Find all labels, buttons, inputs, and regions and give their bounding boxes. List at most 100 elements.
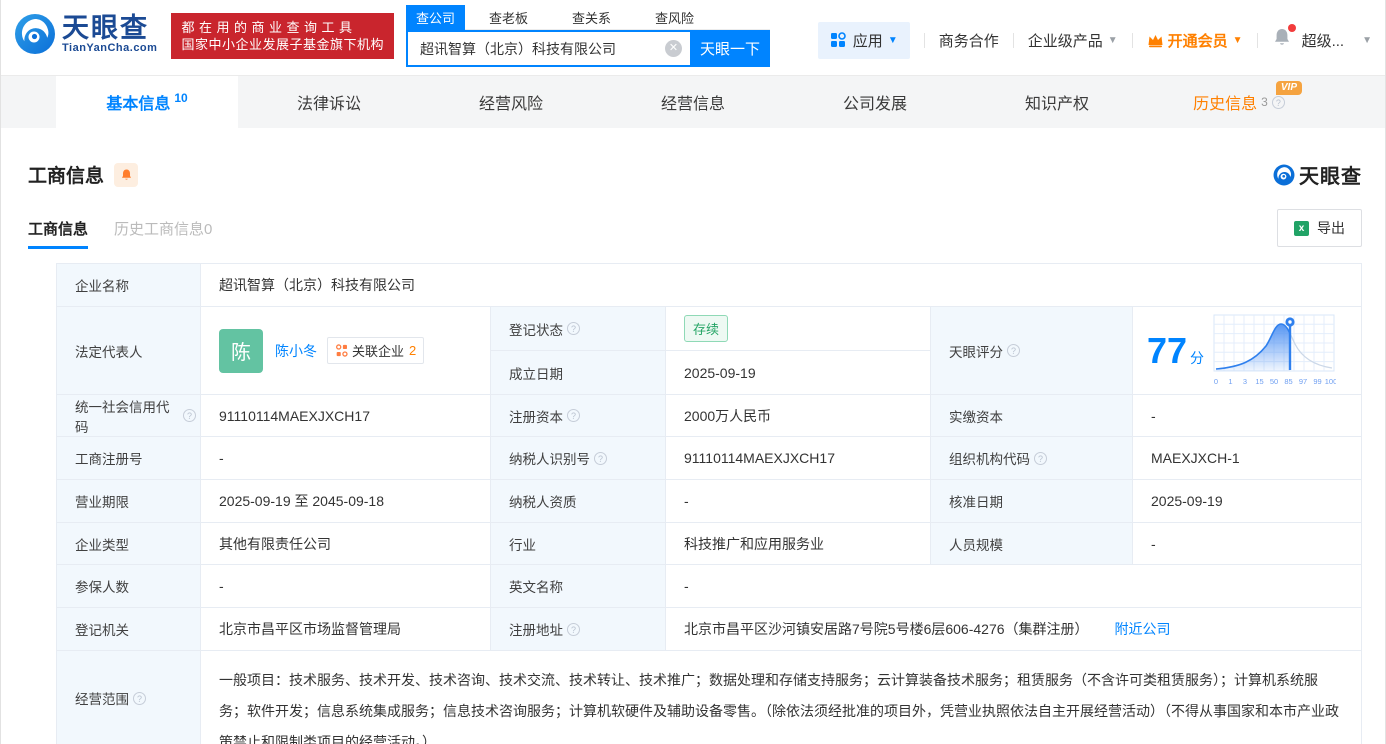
label-text: 经营范围 <box>75 692 129 707</box>
field-value-paid-capital: - <box>1133 395 1361 437</box>
field-value-tianyan-score[interactable]: 77 分 0 1 3 15 50 85 97 99 10 <box>1133 307 1361 395</box>
enterprise-product-label: 企业级产品 <box>1027 32 1103 50</box>
avatar[interactable]: 陈 <box>219 328 263 373</box>
field-value-company-type: 其他有限责任公司 <box>201 523 491 565</box>
help-icon[interactable]: ? <box>1271 95 1285 109</box>
legal-rep-name-link[interactable]: 陈小冬 <box>275 341 317 361</box>
search-button[interactable]: 天眼一下 <box>689 30 770 67</box>
subscribe-bell-button[interactable] <box>114 162 139 187</box>
field-label-registered-capital: 注册资本 ? <box>491 395 666 437</box>
value-text: 科技推广和应用服务业 <box>684 535 824 552</box>
divider <box>1256 32 1258 48</box>
field-label-taxpayer-quality: 纳税人资质 <box>491 480 666 523</box>
tab-label: 经营信息 <box>660 96 725 113</box>
value-text: - <box>219 578 224 594</box>
search-tabs: 查公司 查老板 查关系 查风险 <box>405 4 770 30</box>
field-value-legal-representative: 陈 陈小冬 关联企业 2 <box>201 307 491 395</box>
chevron-down-icon[interactable]: ▼ <box>1362 35 1372 46</box>
tab-intellectual-property[interactable]: 知识产权 <box>966 76 1148 128</box>
apps-grid-icon <box>830 32 846 47</box>
value-text: 超讯智算（北京）科技有限公司 <box>219 277 415 293</box>
subtab-history-business-info[interactable]: 历史工商信息0 <box>114 218 212 249</box>
search-tab-risk[interactable]: 查风险 <box>645 5 704 30</box>
label-text: 注册地址 <box>509 623 563 638</box>
search-tab-boss[interactable]: 查老板 <box>479 5 538 30</box>
tab-operation-risk[interactable]: 经营风险 <box>420 76 602 128</box>
field-value-approval-date: 2025-09-19 <box>1133 480 1361 523</box>
notification-bell[interactable] <box>1272 24 1296 53</box>
tianyancha-logo[interactable]: 天眼查 TianYanCha.com <box>14 13 157 55</box>
svg-text:1: 1 <box>1228 377 1232 386</box>
svg-text:0: 0 <box>1214 377 1218 386</box>
value-text: 其他有限责任公司 <box>219 535 331 552</box>
svg-text:85: 85 <box>1284 377 1292 386</box>
label-text: 登记机关 <box>75 623 129 638</box>
help-icon[interactable]: ? <box>1034 451 1047 465</box>
help-icon[interactable]: ? <box>133 691 146 705</box>
tab-label: 经营风险 <box>478 96 543 113</box>
search-input[interactable] <box>419 40 665 57</box>
search-tab-company[interactable]: 查公司 <box>405 4 465 30</box>
search-area: 查公司 查老板 查关系 查风险 ✕ 天眼一下 <box>405 4 770 67</box>
open-vip-link[interactable]: 开通会员 ▼ <box>1147 30 1243 51</box>
tab-label: 法律诉讼 <box>296 96 361 113</box>
user-menu[interactable]: 超级... <box>1302 30 1345 51</box>
tab-operation-info[interactable]: 经营信息 <box>602 76 784 128</box>
field-label-establish-date: 成立日期 <box>491 351 666 395</box>
related-companies-label: 关联企业 <box>352 344 405 359</box>
value-text: - <box>684 493 689 509</box>
label-text: 组织机构代码 <box>949 452 1030 467</box>
related-companies-badge[interactable]: 关联企业 2 <box>327 337 425 364</box>
field-value-registration-status: 存续 <box>666 307 931 351</box>
export-button[interactable]: x 导出 <box>1277 209 1362 247</box>
chevron-down-icon: ▼ <box>1232 34 1243 46</box>
business-cooperation-link[interactable]: 商务合作 <box>939 30 999 51</box>
value-text: 2025-09-19 <box>1151 493 1223 509</box>
subtab-row: 工商信息 历史工商信息0 x 导出 <box>28 209 1362 249</box>
help-icon[interactable]: ? <box>594 451 607 465</box>
brand-domain: TianYanCha.com <box>62 42 158 54</box>
field-label-registration-authority: 登记机关 <box>57 608 201 651</box>
tab-legal-litigation[interactable]: 法律诉讼 <box>238 76 420 128</box>
help-icon[interactable]: ? <box>567 409 580 422</box>
score-unit: 分 <box>1190 349 1205 366</box>
field-value-industry: 科技推广和应用服务业 <box>666 523 931 565</box>
watermark-logo: 天眼查 <box>1273 160 1362 189</box>
nearby-companies-link[interactable]: 附近公司 <box>1115 619 1171 639</box>
apps-label: 应用 <box>852 32 883 50</box>
tab-company-development[interactable]: 公司发展 <box>784 76 966 128</box>
section-header: 工商信息 天眼查 <box>28 160 1362 189</box>
svg-text:97: 97 <box>1299 377 1307 386</box>
help-icon[interactable]: ? <box>1007 344 1020 357</box>
field-label-registration-number: 工商注册号 <box>57 437 201 480</box>
divider <box>1131 32 1133 48</box>
field-value-registration-authority: 北京市昌平区市场监督管理局 <box>201 608 491 651</box>
help-icon[interactable]: ? <box>567 622 580 636</box>
tab-count: 3 <box>1261 95 1268 109</box>
search-tab-relation[interactable]: 查关系 <box>562 5 621 30</box>
label-text: 成立日期 <box>509 366 563 382</box>
top-header: 天眼查 TianYanCha.com 都在用的商业查询工具 国家中小企业发展子基… <box>0 0 1386 75</box>
field-value-establish-date: 2025-09-19 <box>666 351 931 395</box>
related-companies-count: 2 <box>409 343 417 358</box>
tab-basic-info[interactable]: 基本信息 10 <box>56 76 238 128</box>
help-icon[interactable]: ? <box>183 409 196 422</box>
label-text: 核准日期 <box>949 495 1003 510</box>
help-icon[interactable]: ? <box>567 322 580 335</box>
apps-button[interactable]: 应用 ▼ <box>817 21 910 59</box>
field-value-english-name: - <box>666 565 1361 608</box>
logo-swirl-icon <box>14 13 56 55</box>
value-text: MAEXJXCH-1 <box>1151 450 1240 466</box>
enterprise-product-link[interactable]: 企业级产品 ▼ <box>1028 30 1118 51</box>
clear-search-icon[interactable]: ✕ <box>664 40 682 57</box>
main-content: 工商信息 天眼查 工商信息 历史工商信息0 x 导出 企业名称 超讯智算（北京）… <box>0 160 1386 744</box>
label-text: 英文名称 <box>509 580 563 595</box>
field-value-registered-address: 北京市昌平区沙河镇安居路7号院5号楼6层606-4276（集群注册） 附近公司 <box>666 608 1361 651</box>
field-value-credit-code: 91110114MAEXJXCH17 <box>201 395 491 437</box>
tab-history-info[interactable]: 历史信息 3 ? VIP <box>1148 76 1330 128</box>
org-chart-icon <box>336 344 348 357</box>
bell-icon <box>121 168 131 180</box>
tab-label: 公司发展 <box>842 96 907 113</box>
promo-banner: 都在用的商业查询工具 国家中小企业发展子基金旗下机构 <box>171 13 394 59</box>
subtab-business-info[interactable]: 工商信息 <box>28 218 89 249</box>
